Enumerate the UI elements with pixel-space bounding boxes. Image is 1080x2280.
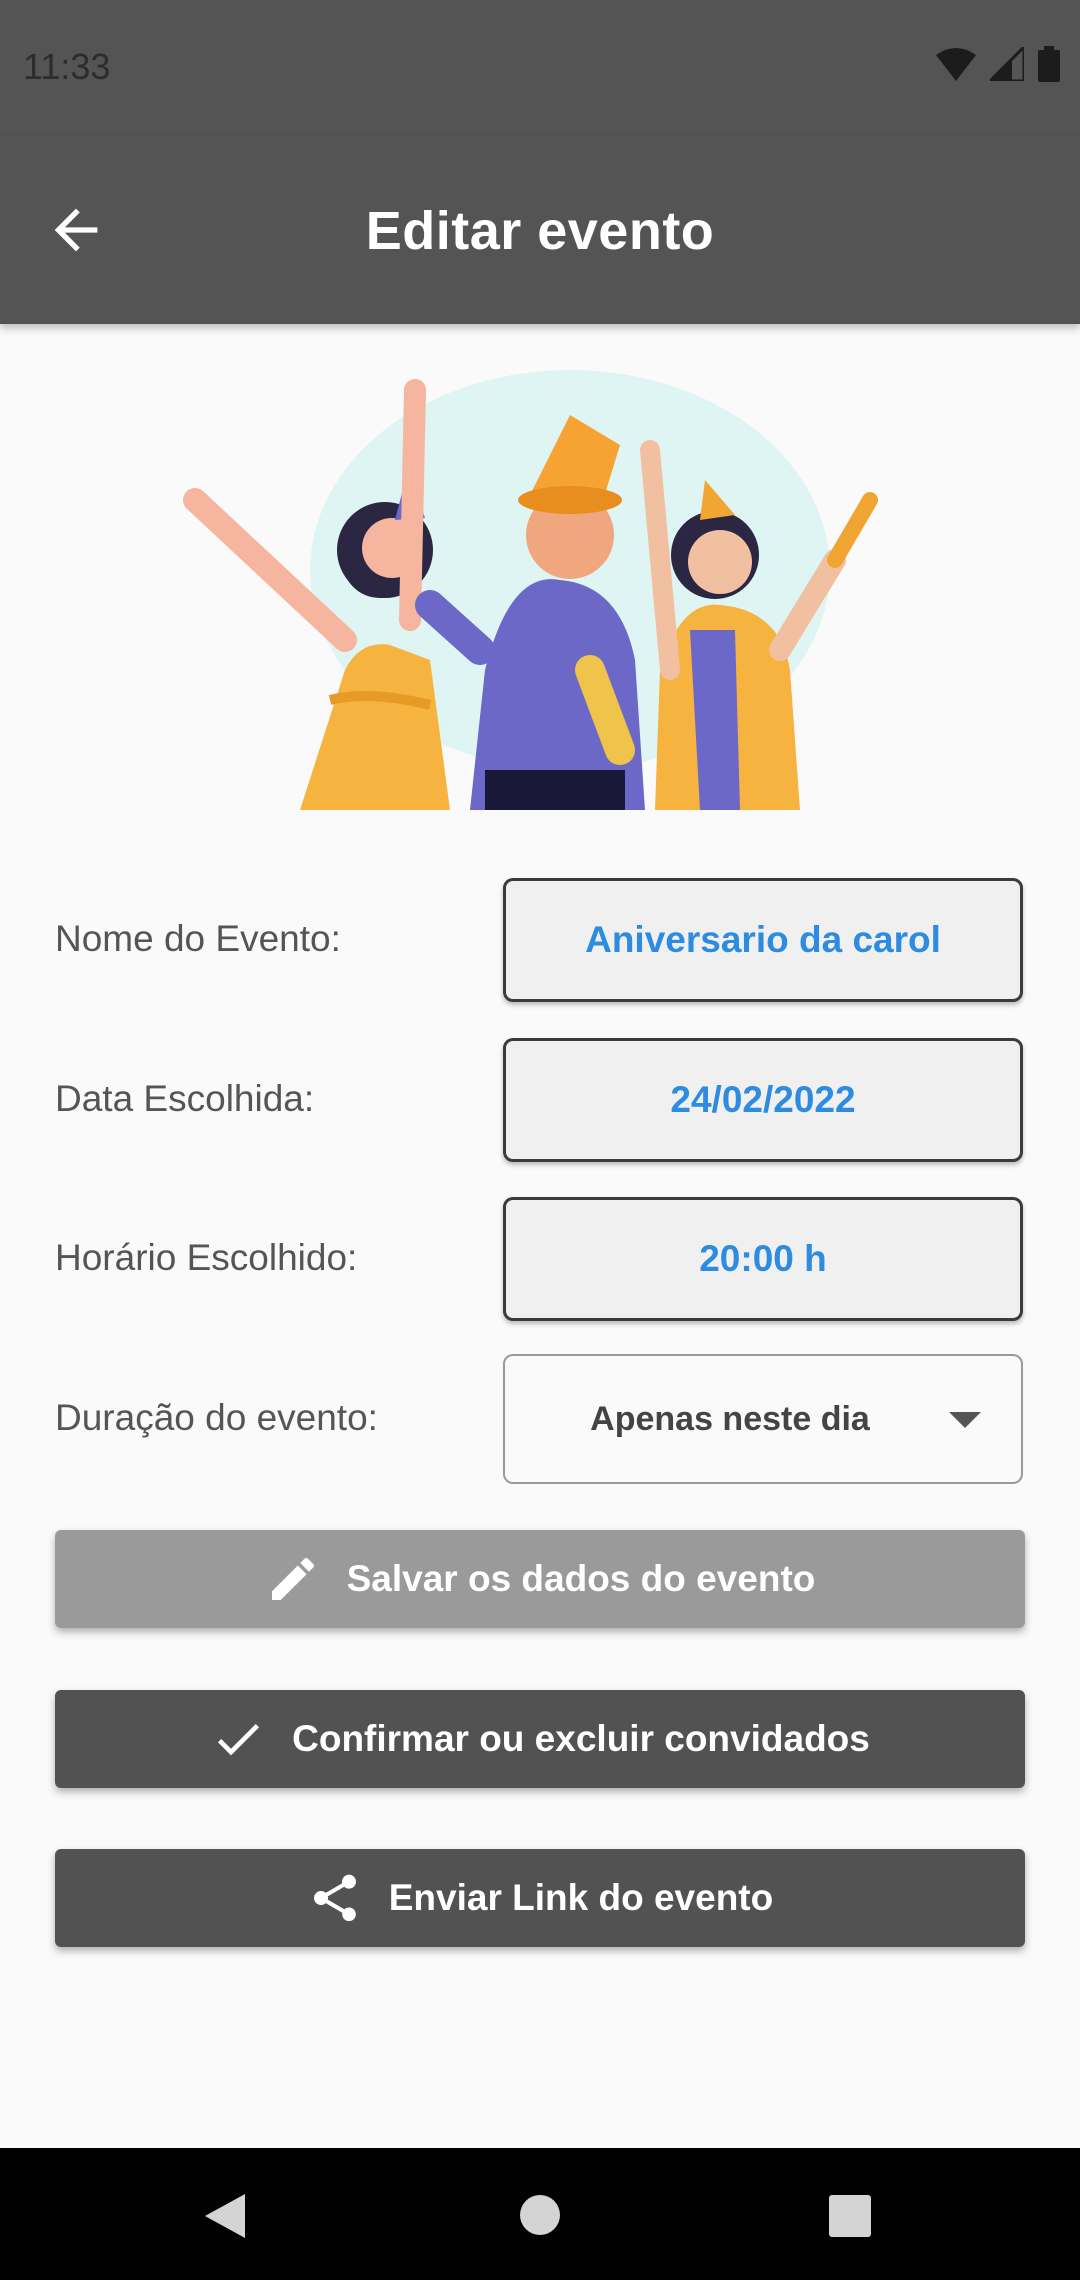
nav-home-icon[interactable] bbox=[519, 2194, 561, 2236]
battery-icon bbox=[1038, 46, 1060, 82]
check-icon bbox=[218, 1724, 260, 1756]
dropdown-arrow-icon bbox=[949, 1412, 981, 1428]
status-time: 11:33 bbox=[23, 46, 111, 87]
system-nav-bar bbox=[0, 2148, 1080, 2280]
party-illustration bbox=[183, 370, 878, 810]
event-date-label: Data Escolhida: bbox=[55, 1078, 315, 1119]
save-event-label: Salvar os dados do evento bbox=[346, 1558, 816, 1599]
confirm-guests-label: Confirmar ou excluir convidados bbox=[292, 1718, 870, 1759]
nav-recents-icon[interactable] bbox=[829, 2195, 871, 2237]
status-bar: 11:33 bbox=[0, 0, 1080, 136]
signal-icon bbox=[990, 47, 1024, 81]
page-title: Editar evento bbox=[365, 201, 715, 261]
status-icons bbox=[936, 46, 1060, 82]
event-duration-value: Apenas neste dia bbox=[590, 1399, 870, 1438]
app-bar: Editar evento bbox=[0, 136, 1080, 324]
save-event-button[interactable]: Salvar os dados do evento bbox=[55, 1530, 1025, 1628]
confirm-guests-button[interactable]: Confirmar ou excluir convidados bbox=[55, 1690, 1025, 1788]
event-name-field[interactable]: Aniversario da carol bbox=[503, 878, 1023, 1002]
share-link-button[interactable]: Enviar Link do evento bbox=[55, 1849, 1025, 1947]
edit-icon bbox=[271, 1557, 314, 1600]
event-time-label: Horário Escolhido: bbox=[55, 1237, 358, 1278]
event-time-field[interactable]: 20:00 h bbox=[503, 1197, 1023, 1321]
share-icon bbox=[313, 1874, 356, 1922]
event-duration-dropdown[interactable]: Apenas neste dia bbox=[503, 1354, 1023, 1484]
event-duration-label: Duração do evento: bbox=[55, 1397, 378, 1438]
event-date-field[interactable]: 24/02/2022 bbox=[503, 1038, 1023, 1162]
share-link-label: Enviar Link do evento bbox=[388, 1877, 774, 1918]
nav-back-icon[interactable] bbox=[205, 2194, 245, 2238]
event-name-label: Nome do Evento: bbox=[55, 918, 341, 959]
wifi-icon bbox=[936, 48, 976, 81]
